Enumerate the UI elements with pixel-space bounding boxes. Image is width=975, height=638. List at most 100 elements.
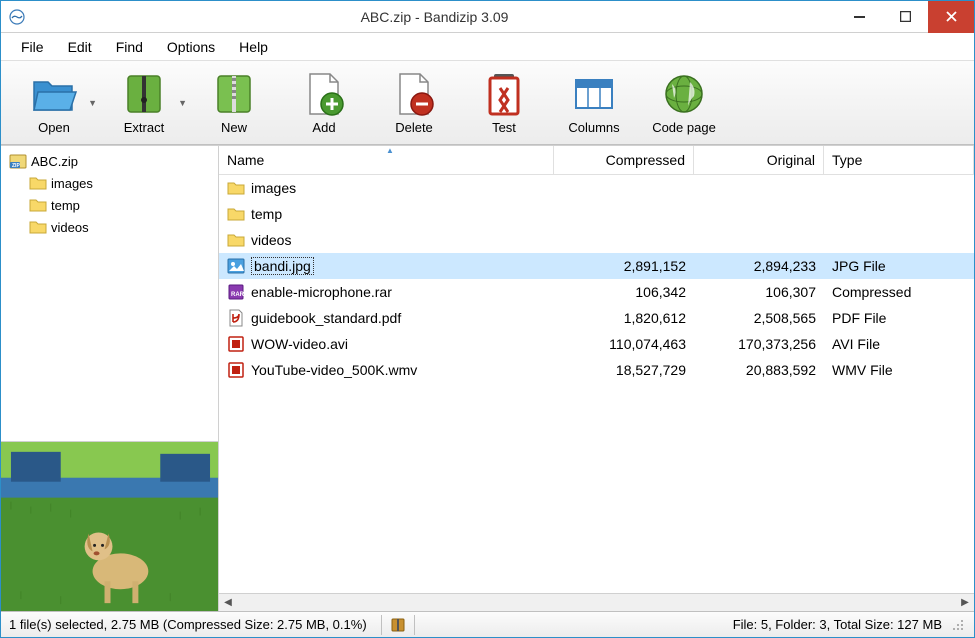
file-row[interactable]: guidebook_standard.pdf 1,820,6122,508,565… xyxy=(219,305,974,331)
column-headers: Name ▲ Compressed Original Type xyxy=(219,146,974,175)
file-compressed xyxy=(554,186,694,190)
toolbar-new[interactable]: New xyxy=(189,66,279,139)
scroll-left-icon[interactable]: ◀ xyxy=(219,594,237,612)
file-row[interactable]: WOW-video.avi110,074,463170,373,256AVI F… xyxy=(219,331,974,357)
file-compressed: 18,527,729 xyxy=(554,360,694,380)
folder-icon xyxy=(227,231,245,249)
horizontal-scrollbar[interactable]: ◀ ▶ xyxy=(219,593,974,611)
zip-archive-icon: ZIP xyxy=(9,152,27,170)
preview-pane xyxy=(1,441,218,611)
file-type xyxy=(824,212,974,216)
maximize-button[interactable] xyxy=(882,1,928,33)
file-row[interactable]: temp xyxy=(219,201,974,227)
menu-help[interactable]: Help xyxy=(227,35,280,59)
video-icon xyxy=(227,361,245,379)
sort-ascending-icon: ▲ xyxy=(386,146,394,155)
file-row[interactable]: RARenable-microphone.rar106,342106,307Co… xyxy=(219,279,974,305)
status-totals: File: 5, Folder: 3, Total Size: 127 MB xyxy=(733,617,942,632)
status-separator xyxy=(381,615,382,635)
close-button[interactable] xyxy=(928,1,974,33)
tree-folder-videos[interactable]: videos xyxy=(5,216,214,238)
toolbar-codepage[interactable]: Code page xyxy=(639,66,729,139)
file-original xyxy=(694,212,824,216)
file-list: Name ▲ Compressed Original Type images te… xyxy=(219,146,974,593)
file-type: AVI File xyxy=(824,334,974,354)
svg-text:ZIP: ZIP xyxy=(12,163,20,169)
file-list-panel: Name ▲ Compressed Original Type images te… xyxy=(219,146,974,611)
tree-item-label: images xyxy=(51,176,93,191)
file-original xyxy=(694,238,824,242)
status-separator xyxy=(414,615,415,635)
add-file-icon xyxy=(300,70,348,118)
extract-icon xyxy=(120,70,168,118)
file-compressed: 110,074,463 xyxy=(554,334,694,354)
window-controls xyxy=(836,1,974,33)
file-compressed: 2,891,152 xyxy=(554,256,694,276)
toolbar-add[interactable]: Add xyxy=(279,66,369,139)
file-name: enable-microphone.rar xyxy=(251,284,392,300)
file-type: PDF File xyxy=(824,308,974,328)
file-original: 2,508,565 xyxy=(694,308,824,328)
column-header-type[interactable]: Type xyxy=(824,146,974,174)
video-icon xyxy=(227,335,245,353)
menu-find[interactable]: Find xyxy=(104,35,155,59)
menu-edit[interactable]: Edit xyxy=(56,35,104,59)
column-header-original[interactable]: Original xyxy=(694,146,824,174)
toolbar-extract[interactable]: Extract ▼ xyxy=(99,66,189,139)
minimize-icon xyxy=(854,11,865,22)
folder-icon xyxy=(29,196,47,214)
tree-root[interactable]: ZIP ABC.zip xyxy=(5,150,214,172)
folder-tree: ZIP ABC.zip images temp videos xyxy=(1,146,218,441)
file-name: images xyxy=(251,180,296,196)
file-row[interactable]: images xyxy=(219,175,974,201)
file-type xyxy=(824,238,974,242)
file-name: bandi.jpg xyxy=(251,257,314,275)
file-type: Compressed xyxy=(824,282,974,302)
window-title: ABC.zip - Bandizip 3.09 xyxy=(33,9,836,25)
tree-folder-temp[interactable]: temp xyxy=(5,194,214,216)
toolbar-delete[interactable]: Delete xyxy=(369,66,459,139)
file-row[interactable]: videos xyxy=(219,227,974,253)
status-selection: 1 file(s) selected, 2.75 MB (Compressed … xyxy=(9,617,367,632)
folder-icon xyxy=(29,174,47,192)
chevron-down-icon[interactable]: ▼ xyxy=(178,98,187,108)
tree-item-label: temp xyxy=(51,198,80,213)
toolbar-columns[interactable]: Columns xyxy=(549,66,639,139)
maximize-icon xyxy=(900,11,911,22)
column-header-name[interactable]: Name ▲ xyxy=(219,146,554,174)
file-original: 170,373,256 xyxy=(694,334,824,354)
file-original: 2,894,233 xyxy=(694,256,824,276)
minimize-button[interactable] xyxy=(836,1,882,33)
image-icon xyxy=(227,257,245,275)
resize-grip-icon[interactable] xyxy=(950,617,966,633)
left-panel: ZIP ABC.zip images temp videos xyxy=(1,146,219,611)
file-name: temp xyxy=(251,206,282,222)
test-icon xyxy=(480,70,528,118)
file-name: videos xyxy=(251,232,291,248)
file-original xyxy=(694,186,824,190)
file-row[interactable]: bandi.jpg2,891,1522,894,233JPG File xyxy=(219,253,974,279)
column-header-compressed[interactable]: Compressed xyxy=(554,146,694,174)
app-icon xyxy=(9,9,25,25)
scroll-right-icon[interactable]: ▶ xyxy=(956,594,974,612)
tree-folder-images[interactable]: images xyxy=(5,172,214,194)
file-name: guidebook_standard.pdf xyxy=(251,310,401,326)
file-original: 20,883,592 xyxy=(694,360,824,380)
file-type: WMV File xyxy=(824,360,974,380)
file-row[interactable]: YouTube-video_500K.wmv 18,527,72920,883,5… xyxy=(219,357,974,383)
menubar: File Edit Find Options Help xyxy=(1,33,974,61)
toolbar-test[interactable]: Test xyxy=(459,66,549,139)
menu-file[interactable]: File xyxy=(9,35,56,59)
folder-icon xyxy=(227,179,245,197)
file-compressed xyxy=(554,212,694,216)
rar-icon: RAR xyxy=(227,283,245,301)
file-type xyxy=(824,186,974,190)
chevron-down-icon[interactable]: ▼ xyxy=(88,98,97,108)
statusbar: 1 file(s) selected, 2.75 MB (Compressed … xyxy=(1,611,974,637)
globe-icon xyxy=(660,70,708,118)
file-compressed: 1,820,612 xyxy=(554,308,694,328)
menu-options[interactable]: Options xyxy=(155,35,227,59)
pdf-icon xyxy=(227,309,245,327)
file-name: YouTube-video_500K.wmv xyxy=(251,362,417,378)
toolbar-open[interactable]: Open ▼ xyxy=(9,66,99,139)
